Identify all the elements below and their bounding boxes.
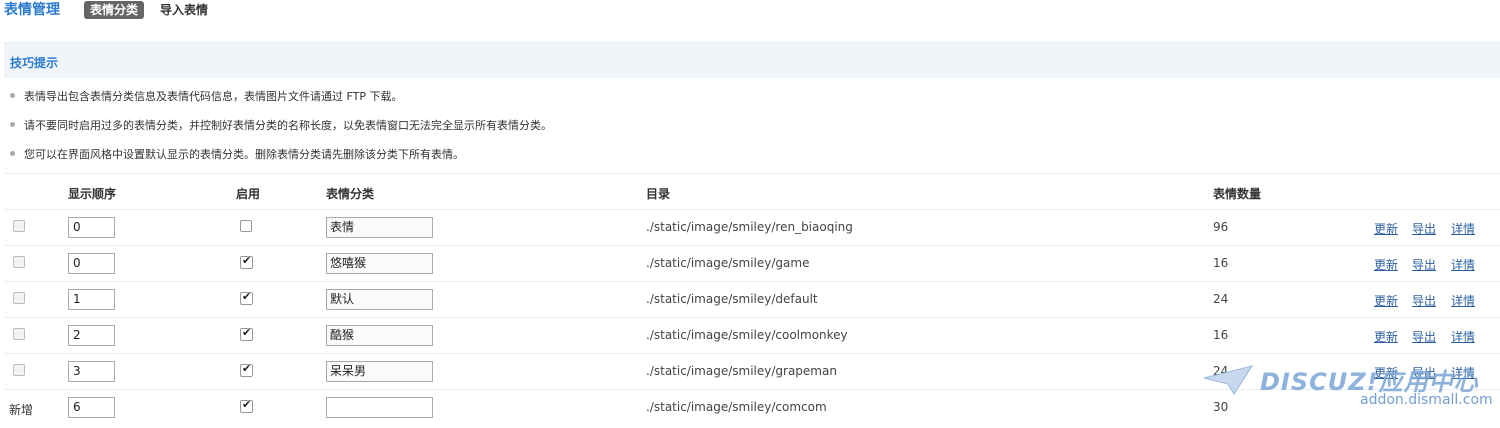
tab-categories[interactable]: 表情分类 [84, 1, 145, 19]
new-row-label: 新增 [9, 403, 34, 417]
smiley-count: 16 [1213, 256, 1229, 270]
table-row: 0 悠嘻猴 ./static/image/smiley/game 16 更新 导… [0, 245, 1500, 281]
details-link[interactable]: 详情 [1451, 256, 1475, 273]
directory-path: ./static/image/smiley/default [646, 292, 818, 306]
export-link[interactable]: 导出 [1412, 328, 1436, 345]
page-header: 表情管理 表情分类 导入表情 [0, 0, 1500, 22]
enable-checkbox[interactable] [240, 326, 253, 341]
tips-header: 技巧提示 [4, 42, 1500, 78]
update-link[interactable]: 更新 [1374, 256, 1398, 273]
new-category-name-input[interactable] [326, 397, 433, 418]
directory-path: ./static/image/smiley/game [646, 256, 810, 270]
watermark-arrow-icon [1203, 365, 1254, 395]
details-link[interactable]: 详情 [1451, 220, 1475, 237]
table-row: 1 默认 ./static/image/smiley/default 24 更新… [0, 281, 1500, 317]
directory-path: ./static/image/smiley/grapeman [646, 364, 837, 378]
watermark: DISCUZ!应用中心 addon.dismall.com [1200, 360, 1500, 420]
smiley-count: 16 [1213, 328, 1229, 342]
tip-item: 您可以在界面风格中设置默认显示的表情分类。删除表情分类请先删除该分类下所有表情。 [10, 148, 464, 161]
directory-path: ./static/image/smiley/coolmonkey [646, 328, 848, 342]
order-input[interactable]: 0 [68, 217, 115, 238]
col-directory: 目录 [646, 187, 671, 201]
category-name-input[interactable]: 默认 [326, 289, 433, 310]
update-link[interactable]: 更新 [1374, 328, 1398, 345]
details-link[interactable]: 详情 [1451, 292, 1475, 309]
col-category: 表情分类 [326, 187, 375, 201]
export-link[interactable]: 导出 [1412, 292, 1436, 309]
delete-checkbox[interactable] [13, 220, 25, 232]
enable-checkbox[interactable] [240, 290, 253, 305]
export-link[interactable]: 导出 [1412, 220, 1436, 237]
delete-checkbox[interactable] [13, 364, 25, 376]
order-input[interactable]: 0 [68, 253, 115, 274]
new-order-input[interactable]: 6 [68, 397, 115, 418]
tab-import[interactable]: 导入表情 [154, 1, 214, 19]
delete-checkbox[interactable] [13, 256, 25, 268]
table-row: 2 酷猴 ./static/image/smiley/coolmonkey 16… [0, 317, 1500, 353]
new-enable-checkbox[interactable] [240, 398, 253, 413]
page-title: 表情管理 [4, 2, 60, 18]
new-directory-path: ./static/image/smiley/comcom [646, 400, 827, 414]
category-name-input[interactable]: 悠嘻猴 [326, 253, 433, 274]
category-name-input[interactable]: 呆呆男 [326, 361, 433, 382]
update-link[interactable]: 更新 [1374, 292, 1398, 309]
category-name-input[interactable]: 酷猴 [326, 325, 433, 346]
order-input[interactable]: 2 [68, 325, 115, 346]
update-link[interactable]: 更新 [1374, 220, 1398, 237]
tips-panel: 技巧提示 [4, 42, 1500, 78]
col-enabled: 启用 [236, 187, 261, 201]
col-order: 显示顺序 [68, 187, 117, 201]
details-link[interactable]: 详情 [1451, 328, 1475, 345]
order-input[interactable]: 1 [68, 289, 115, 310]
smiley-count: 96 [1213, 220, 1229, 234]
order-input[interactable]: 3 [68, 361, 115, 382]
watermark-url: addon.dismall.com [1360, 392, 1493, 408]
table-row: 0 表情 ./static/image/smiley/ren_biaoqing … [0, 209, 1500, 245]
enable-checkbox[interactable] [240, 220, 252, 232]
directory-path: ./static/image/smiley/ren_biaoqing [646, 220, 853, 234]
col-count: 表情数量 [1213, 187, 1262, 201]
smiley-count: 24 [1213, 292, 1229, 306]
tip-item: 表情导出包含表情分类信息及表情代码信息，表情图片文件请通过 FTP 下载。 [9, 90, 403, 103]
tip-item: 请不要同时启用过多的表情分类，并控制好表情分类的名称长度，以免表情窗口无法完全显… [10, 119, 552, 132]
export-link[interactable]: 导出 [1412, 256, 1436, 273]
delete-checkbox[interactable] [13, 292, 25, 304]
delete-checkbox[interactable] [13, 328, 25, 340]
enable-checkbox[interactable] [240, 254, 253, 269]
category-name-input[interactable]: 表情 [326, 217, 433, 238]
tips-title: 技巧提示 [10, 56, 59, 70]
enable-checkbox[interactable] [240, 362, 253, 377]
